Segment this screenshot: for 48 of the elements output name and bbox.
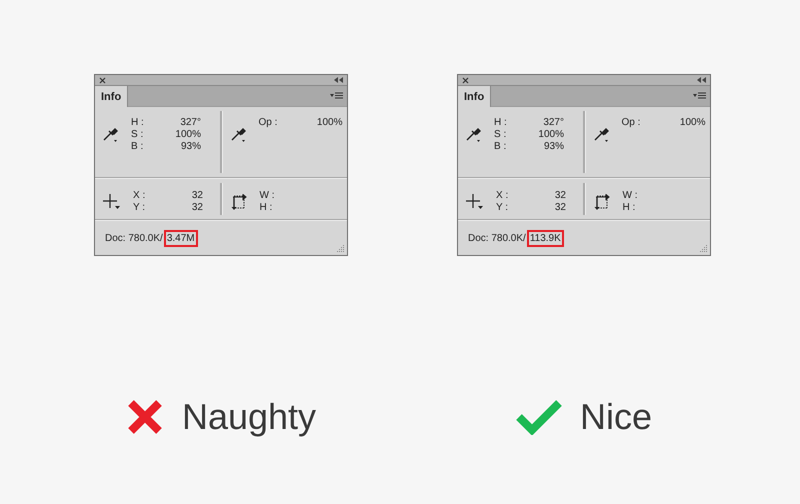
readout-label: H : xyxy=(260,202,274,214)
close-icon[interactable] xyxy=(462,76,469,84)
readout-value: 327° xyxy=(542,117,564,129)
verdict-label: Naughty xyxy=(182,396,316,438)
crosshair-icon[interactable] xyxy=(466,194,484,210)
readout-value: 93% xyxy=(542,141,564,153)
close-icon[interactable] xyxy=(99,76,106,84)
readout-label: H : xyxy=(494,117,508,129)
readout-label: X : xyxy=(496,190,510,202)
readout-value: 32 xyxy=(554,190,566,202)
readout-label: Op : xyxy=(622,117,642,129)
selection-size-icon[interactable] xyxy=(594,194,610,210)
document-size-text: Doc: 780.0K/ xyxy=(105,232,163,244)
collapse-icon[interactable] xyxy=(697,77,706,83)
highlighted-size-value: 113.9K xyxy=(526,230,564,246)
readout-value: 100% xyxy=(537,129,564,141)
readout-value: 327° xyxy=(179,117,201,129)
readout-label: X : xyxy=(133,190,146,202)
panel-menu-icon[interactable] xyxy=(693,92,706,100)
highlighted-size-value: 3.47M xyxy=(164,230,198,246)
readout-value: 93% xyxy=(180,141,201,153)
readout-value: 100% xyxy=(678,117,706,129)
readout-value: 32 xyxy=(554,202,566,214)
readout-label: W : xyxy=(622,190,638,202)
cross-mark-icon xyxy=(126,398,164,436)
crosshair-icon[interactable] xyxy=(103,194,121,210)
readout-label: H : xyxy=(131,117,145,129)
readout-label: Y : xyxy=(133,202,146,214)
readout-label: B : xyxy=(131,141,144,153)
readout-label: B : xyxy=(494,141,508,153)
panel-tab[interactable]: Info xyxy=(95,86,128,107)
readout-label: Op : xyxy=(258,117,278,129)
panel-menu-icon[interactable] xyxy=(330,92,343,100)
readout-value: 100% xyxy=(316,117,342,129)
readout-value: 100% xyxy=(174,129,201,141)
readout-value: 32 xyxy=(190,190,203,202)
readout-label: S : xyxy=(494,129,508,141)
document-size-text: Doc: 780.0K/ xyxy=(468,232,526,244)
panel-tab[interactable]: Info xyxy=(458,86,492,107)
verdict-label: Nice xyxy=(580,396,652,438)
selection-size-icon[interactable] xyxy=(230,194,248,210)
readout-label: H : xyxy=(622,202,636,214)
check-mark-icon xyxy=(516,399,562,435)
readout-value: 32 xyxy=(190,202,203,214)
collapse-icon[interactable] xyxy=(334,77,343,83)
readout-label: S : xyxy=(131,129,144,141)
readout-label: W : xyxy=(260,190,276,202)
readout-label: Y : xyxy=(496,202,510,214)
